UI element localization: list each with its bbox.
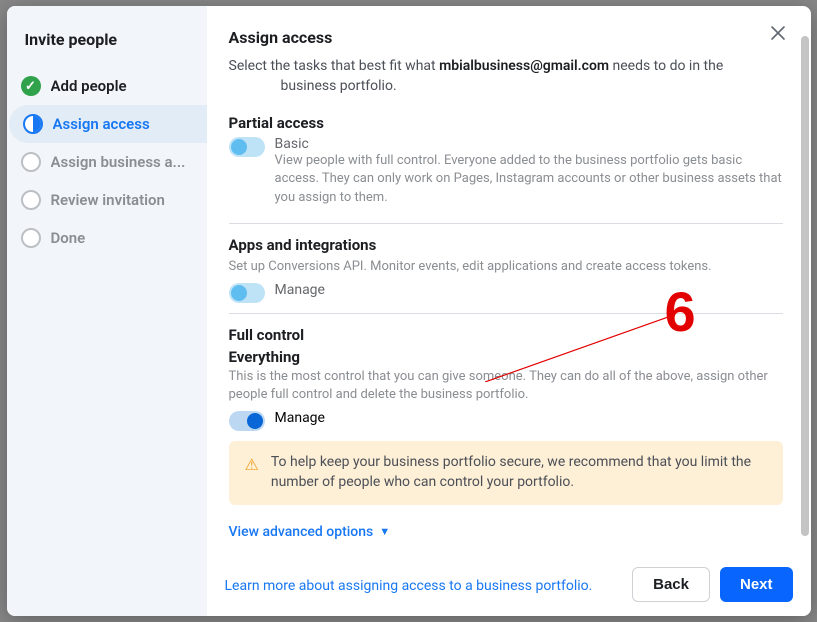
empty-circle-icon bbox=[21, 228, 41, 248]
back-button[interactable]: Back bbox=[632, 567, 710, 602]
half-circle-icon bbox=[23, 114, 43, 134]
everything-heading: Everything bbox=[229, 348, 783, 366]
full-manage-row: Manage bbox=[229, 410, 783, 431]
next-button[interactable]: Next bbox=[720, 567, 793, 602]
apps-heading: Apps and integrations bbox=[229, 236, 783, 254]
email-highlight: mbialbusiness@gmail.com bbox=[439, 58, 609, 74]
full-manage-toggle[interactable] bbox=[229, 411, 265, 431]
toggle-knob bbox=[247, 413, 263, 429]
check-icon: ✓ bbox=[21, 76, 41, 96]
sidebar-title: Invite people bbox=[7, 6, 207, 67]
sidebar-step-assign-access[interactable]: Assign access bbox=[9, 105, 207, 143]
main-panel: Assign access Select the tasks that best… bbox=[207, 6, 811, 616]
basic-toggle[interactable] bbox=[229, 137, 265, 157]
empty-circle-icon bbox=[21, 190, 41, 210]
divider bbox=[229, 223, 783, 224]
basic-label: Basic bbox=[275, 136, 783, 152]
intro-text: Select the tasks that best fit what mbia… bbox=[229, 57, 783, 96]
full-manage-label: Manage bbox=[275, 410, 783, 426]
sidebar-step-assign-business-assets[interactable]: Assign business a... bbox=[7, 143, 207, 181]
page-title: Assign access bbox=[229, 28, 783, 47]
learn-more-link[interactable]: Learn more about assigning access to a b… bbox=[225, 578, 593, 594]
invite-people-modal: Invite people ✓ Add people Assign access… bbox=[7, 6, 811, 616]
warning-icon: ⚠ bbox=[245, 454, 259, 476]
sidebar-step-add-people[interactable]: ✓ Add people bbox=[7, 67, 207, 105]
scrollbar[interactable] bbox=[801, 36, 809, 536]
everything-desc: This is the most control that you can gi… bbox=[229, 368, 783, 404]
empty-circle-icon bbox=[21, 152, 41, 172]
apps-manage-label: Manage bbox=[275, 282, 783, 298]
close-button[interactable] bbox=[767, 22, 789, 44]
content-scroll[interactable]: Assign access Select the tasks that best… bbox=[207, 6, 811, 560]
toggle-knob bbox=[231, 139, 247, 155]
apps-manage-toggle[interactable] bbox=[229, 283, 265, 303]
security-warning: ⚠ To help keep your business portfolio s… bbox=[229, 441, 783, 504]
sidebar-step-review-invitation[interactable]: Review invitation bbox=[7, 181, 207, 219]
view-advanced-options-link[interactable]: View advanced options ▼ bbox=[229, 524, 391, 540]
chevron-down-icon: ▼ bbox=[379, 525, 390, 538]
toggle-knob bbox=[231, 285, 247, 301]
full-control-heading: Full control bbox=[229, 326, 783, 344]
basic-desc: View people with full control. Everyone … bbox=[275, 152, 783, 207]
apps-desc: Set up Conversions API. Monitor events, … bbox=[229, 258, 783, 276]
basic-access-row: Basic View people with full control. Eve… bbox=[229, 136, 783, 213]
close-icon bbox=[770, 25, 786, 41]
divider bbox=[229, 313, 783, 314]
apps-manage-row: Manage bbox=[229, 282, 783, 303]
footer: Learn more about assigning access to a b… bbox=[207, 557, 811, 616]
sidebar-step-done[interactable]: Done bbox=[7, 219, 207, 257]
warning-text: To help keep your business portfolio sec… bbox=[271, 453, 767, 492]
partial-access-heading: Partial access bbox=[229, 114, 783, 132]
sidebar: Invite people ✓ Add people Assign access… bbox=[7, 6, 207, 616]
